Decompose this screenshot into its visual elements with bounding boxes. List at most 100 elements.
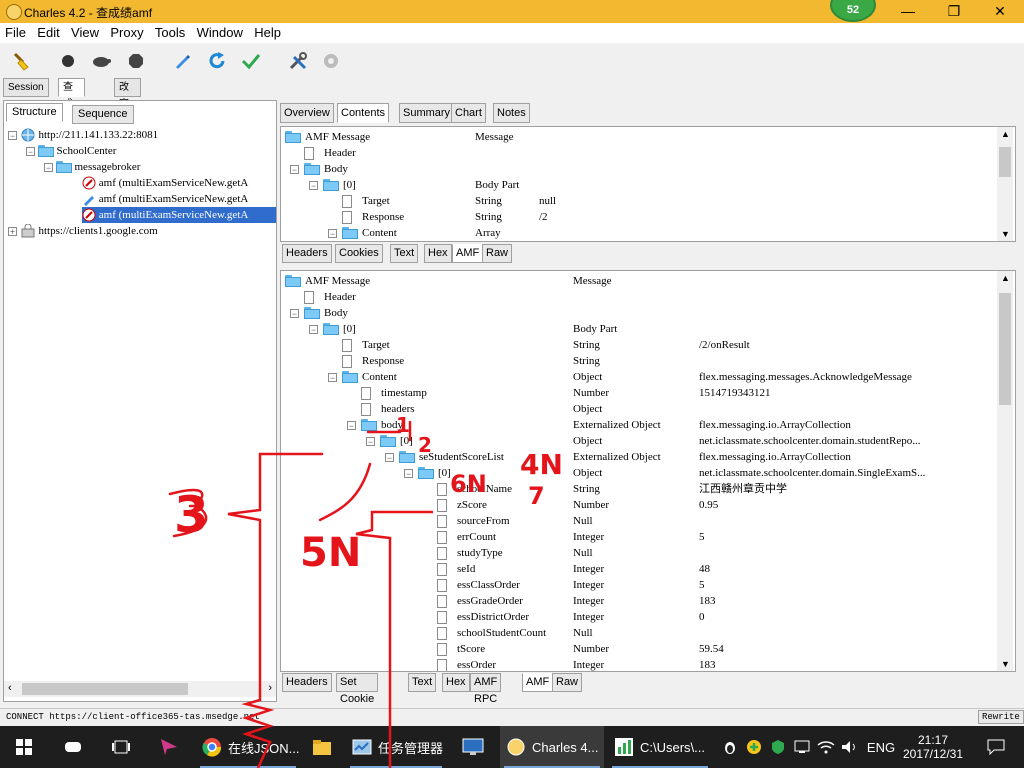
menu-help[interactable]: Help — [251, 23, 284, 43]
menu-file[interactable]: File — [2, 23, 29, 43]
tree-row-amf-2[interactable]: amf (multiExamServiceNew.getA — [82, 191, 248, 207]
collapse-icon[interactable]: − — [26, 146, 35, 156]
tab-change-password-amf[interactable]: 改密码amf — [114, 78, 141, 144]
tab-req-headers[interactable]: Headers — [282, 244, 332, 263]
collapse-icon[interactable]: − — [44, 162, 53, 172]
collapse-icon[interactable]: − — [366, 437, 375, 447]
taskbar-app-pin[interactable] — [146, 726, 192, 768]
response-field-row[interactable]: Header — [281, 289, 993, 305]
tray-penguin-icon[interactable] — [720, 726, 740, 768]
tab-res-hex[interactable]: Hex — [442, 673, 470, 692]
tree-row-google[interactable]: + https://clients1.google.com — [8, 223, 158, 239]
taskbar-app-explorer[interactable] — [302, 726, 342, 768]
response-field-row[interactable]: studyType Null — [281, 545, 993, 561]
response-field-row[interactable]: sourceFrom Null — [281, 513, 993, 529]
wifi-icon[interactable] — [816, 726, 836, 768]
response-field-row[interactable]: errCount Integer 5 — [281, 529, 993, 545]
tab-req-text[interactable]: Text — [390, 244, 419, 263]
record-icon[interactable] — [57, 50, 79, 72]
response-field-row[interactable]: Target String/2/onResult — [281, 337, 993, 353]
tab-res-set-cookie[interactable]: Set Cookie — [336, 673, 379, 705]
scroll-thumb[interactable] — [22, 683, 188, 695]
settings-icon[interactable] — [320, 50, 342, 72]
notification-badge[interactable]: 52 — [830, 0, 876, 22]
collapse-icon[interactable]: − — [328, 229, 337, 239]
scroll-thumb[interactable] — [999, 293, 1011, 405]
request-field-row[interactable]: Target String null — [281, 193, 993, 209]
tray-display-icon[interactable] — [792, 726, 812, 768]
notification-center-button[interactable] — [976, 726, 1016, 768]
tree-row-host[interactable]: − http://211.141.133.22:8081 — [8, 127, 158, 143]
collapse-icon[interactable]: − — [290, 165, 299, 175]
clock[interactable]: 21:17 2017/12/31 — [900, 726, 966, 768]
response-field-row[interactable]: − [0] Object net.iclassmate.schoolcenter.do… — [281, 433, 993, 449]
tab-res-amf[interactable]: AMF — [522, 673, 554, 692]
request-field-row[interactable]: − Content Array — [281, 225, 993, 241]
expand-icon[interactable]: + — [8, 226, 17, 236]
broom-icon[interactable] — [10, 50, 32, 72]
tools-icon[interactable] — [287, 50, 309, 72]
taskbar-app-chrome[interactable]: 在线JSON... — [196, 726, 300, 768]
tab-req-amf[interactable]: AMF — [452, 244, 484, 263]
menu-view[interactable]: View — [68, 23, 102, 43]
scroll-up-icon[interactable]: ▲ — [1001, 129, 1010, 139]
response-field-row[interactable]: essClassOrder Integer 5 — [281, 577, 993, 593]
taskbar-app-cmd[interactable]: C:\Users\... — [608, 726, 712, 768]
response-field-row[interactable]: tScore Number 59.54 — [281, 641, 993, 657]
request-scrollbar[interactable]: ▲ ▼ — [997, 127, 1013, 241]
scroll-left-icon[interactable]: ‹ — [8, 682, 12, 694]
menu-window[interactable]: Window — [194, 23, 246, 43]
response-field-row[interactable]: − [0] Object net.iclassmate.schoolcenter.do… — [281, 465, 993, 481]
taskbar-app-monitor[interactable] — [450, 726, 496, 768]
scroll-right-icon[interactable]: › — [268, 682, 272, 694]
response-field-row[interactable]: headers Object — [281, 401, 993, 417]
tree-row-amf-1[interactable]: amf (multiExamServiceNew.getA — [82, 175, 248, 191]
request-field-row[interactable]: Response String/2 — [281, 209, 993, 225]
response-field-row[interactable]: Response String — [281, 353, 993, 369]
scroll-thumb[interactable] — [999, 147, 1011, 177]
tab-req-cookies[interactable]: Cookies — [335, 244, 383, 263]
tab-summary[interactable]: Summary — [399, 103, 455, 123]
tab-overview[interactable]: Overview — [280, 103, 334, 123]
check-icon[interactable] — [240, 50, 262, 72]
tree-row-schoolcenter[interactable]: − SchoolCenter — [26, 143, 116, 159]
collapse-icon[interactable]: − — [347, 421, 356, 431]
response-field-row[interactable]: seId Integer 48 — [281, 561, 993, 577]
close-button[interactable]: ✕ — [977, 0, 1023, 23]
maximize-button[interactable]: ❐ — [931, 0, 977, 23]
scroll-up-icon[interactable]: ▲ — [1001, 273, 1010, 283]
collapse-icon[interactable]: − — [290, 309, 299, 319]
response-scrollbar[interactable]: ▲ ▼ — [997, 271, 1013, 671]
collapse-icon[interactable]: − — [309, 181, 318, 191]
response-field-row[interactable]: − body Externalized Object flex.messaging.i… — [281, 417, 993, 433]
language-indicator[interactable]: ENG — [864, 726, 898, 768]
request-field-row[interactable]: Header — [281, 145, 993, 161]
start-button[interactable] — [0, 726, 48, 768]
tree-row-amf-3-selected[interactable]: amf (multiExamServiceNew.getA — [82, 207, 276, 223]
tree-row-messagebroker[interactable]: − messagebroker — [44, 159, 140, 175]
taskbar-app-task-manager[interactable]: 任务管理器 — [346, 726, 446, 768]
tab-check-score-amf[interactable]: 查成绩amf — [58, 78, 85, 144]
pen-icon[interactable] — [171, 50, 193, 72]
turtle-icon[interactable] — [90, 50, 112, 72]
tab-chart[interactable]: Chart — [451, 103, 486, 123]
collapse-icon[interactable]: − — [309, 325, 318, 335]
response-field-row[interactable]: essGradeOrder Integer 183 — [281, 593, 993, 609]
tab-session-1[interactable]: Session 1 — [3, 78, 49, 110]
response-field-row[interactable]: schoolStudentCount Null — [281, 625, 993, 641]
response-field-row[interactable]: − [0] Body Part — [281, 321, 993, 337]
rewrite-button[interactable]: Rewrite — [978, 710, 1024, 724]
cortana-button[interactable] — [50, 726, 96, 768]
tab-res-text[interactable]: Text — [408, 673, 437, 692]
taskbar-app-charles[interactable]: Charles 4... — [500, 726, 604, 768]
response-field-row[interactable]: essOrder Integer 183 — [281, 657, 993, 671]
response-field-row[interactable]: schoolName String 江西赣州章贡中学 — [281, 481, 993, 497]
response-field-row[interactable]: essDistrictOrder Integer 0 — [281, 609, 993, 625]
response-field-row[interactable]: − seStudentScoreList Externalized Object fl… — [281, 449, 993, 465]
request-field-row[interactable]: − [0] Body Part — [281, 177, 993, 193]
response-field-row[interactable]: −AMF MessageMessage — [281, 273, 993, 289]
tab-res-amf-rpc[interactable]: AMF RPC — [470, 673, 502, 705]
collapse-icon[interactable]: − — [385, 453, 394, 463]
horizontal-scrollbar[interactable]: ‹ › — [4, 681, 276, 697]
title-bar[interactable]: Charles 4.2 - 查成绩amf 52 — ❐ ✕ — [0, 0, 1024, 23]
